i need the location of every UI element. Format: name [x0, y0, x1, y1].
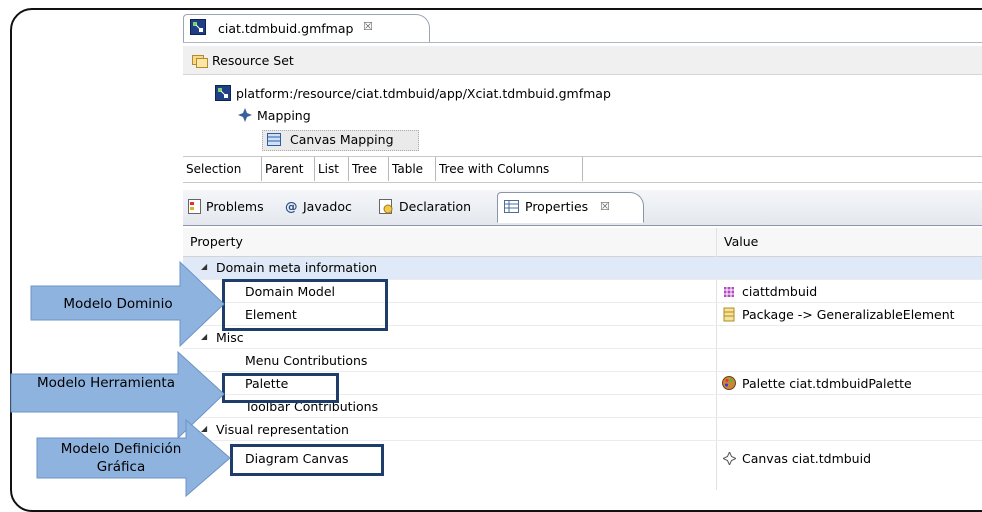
tab-selection[interactable]: Selection — [183, 157, 262, 181]
tab-parent[interactable]: Parent — [262, 157, 315, 181]
mapping-diamond-icon — [238, 108, 252, 122]
tab-declaration[interactable]: Declaration — [379, 193, 491, 222]
value-element: Package -> GeneralizableElement — [742, 307, 955, 322]
resource-set-bar — [183, 46, 982, 75]
package-cube-icon — [724, 287, 734, 297]
column-header-property[interactable]: Property — [190, 234, 243, 249]
column-header-value[interactable]: Value — [724, 234, 758, 249]
declaration-icon — [379, 199, 393, 214]
value-domain-model: ciattdmbuid — [742, 284, 818, 299]
problems-icon — [188, 199, 201, 214]
palette-icon — [722, 376, 736, 390]
tab-properties[interactable]: Properties ☒ — [497, 192, 644, 223]
tab-javadoc[interactable]: @ Javadoc — [285, 193, 375, 222]
diagram-canvas-highlight-box — [230, 444, 384, 476]
tab-problems[interactable]: Problems — [188, 193, 280, 222]
properties-close-icon[interactable]: ☒ — [600, 193, 610, 221]
properties-icon — [504, 200, 519, 213]
tab-tree[interactable]: Tree — [349, 157, 389, 181]
tab-list[interactable]: List — [315, 157, 349, 181]
tab-javadoc-label: Javadoc — [303, 199, 352, 214]
resource-set-icon — [192, 55, 208, 68]
modelo-dominio-label: Modelo Dominio — [63, 296, 173, 312]
canvas-mapping-icon — [267, 133, 281, 146]
properties-table-header — [183, 228, 982, 257]
editor-tab-divider — [183, 42, 982, 43]
canvas-diamond-icon — [723, 452, 736, 465]
javadoc-icon: @ — [285, 199, 298, 214]
palette-highlight-box — [222, 373, 339, 403]
tab-properties-label: Properties — [525, 199, 589, 214]
property-menu-contributions: Menu Contributions — [245, 353, 368, 368]
tree-item-canvas-mapping[interactable]: Canvas Mapping — [290, 132, 394, 147]
domain-model-highlight-box — [222, 279, 388, 331]
editor-tab-title: ciat.tdmbuid.gmfmap — [218, 21, 354, 36]
editor-tab-close-icon[interactable]: ☒ — [363, 20, 373, 33]
resource-set-label: Resource Set — [212, 53, 294, 68]
tab-table[interactable]: Table — [389, 157, 436, 181]
tab-declaration-label: Declaration — [399, 199, 472, 214]
modelo-herramienta-label: Modelo Herramienta — [36, 375, 175, 391]
value-palette: Palette ciat.tdmbuidPalette — [742, 376, 912, 391]
modelo-definicion-label-line1: Modelo Definición — [60, 441, 182, 457]
group-domain-meta-information: Domain meta information — [216, 260, 378, 275]
tree-root-item[interactable]: platform:/resource/ciat.tdmbuid/app/Xcia… — [236, 86, 611, 101]
tree-item-mapping[interactable]: Mapping — [257, 108, 311, 123]
group-visual-representation: Visual representation — [216, 422, 349, 437]
eclass-icon — [723, 307, 735, 322]
tab-problems-label: Problems — [206, 199, 264, 214]
gmfmap-file-icon — [215, 85, 231, 101]
editor-page-tabs: Selection Parent List Tree Table Tree wi… — [183, 156, 982, 183]
view-tabs-bar: Problems @ Javadoc Declaration Propertie… — [183, 190, 982, 226]
modelo-definicion-label-line2: Gráfica — [96, 459, 146, 475]
gmfmap-file-icon — [190, 19, 206, 35]
value-diagram-canvas: Canvas ciat.tdmbuid — [742, 451, 872, 466]
tab-tree-with-columns[interactable]: Tree with Columns — [436, 157, 583, 181]
